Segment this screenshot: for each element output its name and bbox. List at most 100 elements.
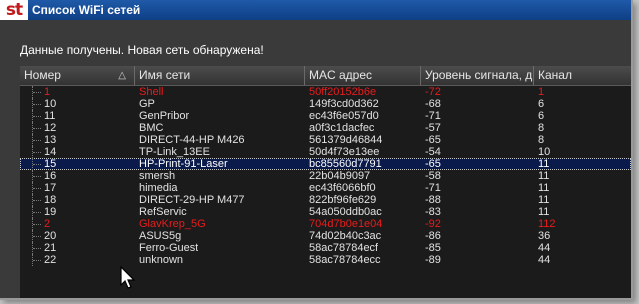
- tree-connector: [32, 134, 43, 146]
- cell-num: 13: [44, 134, 57, 146]
- cell-name: Ferro-Guest: [139, 242, 199, 254]
- cell-num: 1: [44, 86, 51, 98]
- cell-name: ASUS5g: [139, 230, 182, 242]
- networks-table[interactable]: Номер △ Имя сети MAC адрес Уровень сигна…: [20, 66, 631, 298]
- tree-connector: [32, 110, 43, 122]
- cell-num: 10: [44, 98, 57, 110]
- sort-ascending-icon: △: [118, 70, 126, 81]
- table-row[interactable]: 19 RefServic 54a050ddb0ac -83 11: [20, 206, 631, 218]
- column-header-signal[interactable]: Уровень сигнала, дБ: [421, 66, 534, 85]
- title-bar[interactable]: st Список WiFi сетей: [0, 0, 631, 20]
- tree-connector: [32, 254, 43, 266]
- column-header-channel[interactable]: Канал: [534, 66, 631, 85]
- cell-mac: 822bf96fe629: [309, 194, 377, 206]
- cell-mac: 58ac78784ecc: [309, 254, 381, 266]
- cell-channel: 10: [538, 146, 551, 158]
- table-row[interactable]: 20 ASUS5g 74d02b40c3ac -86 36: [20, 230, 631, 242]
- cell-signal: -65: [425, 158, 441, 170]
- table-header: Номер △ Имя сети MAC адрес Уровень сигна…: [20, 66, 631, 86]
- cell-num: 16: [44, 170, 57, 182]
- tree-connector: [32, 146, 43, 158]
- tree-connector: [32, 218, 43, 230]
- tree-connector: [32, 158, 43, 170]
- cell-name: smersh: [139, 170, 176, 182]
- table-row[interactable]: 10 GP 149f3cd0d362 -68 6: [20, 98, 631, 110]
- cell-channel: 44: [538, 242, 551, 254]
- cell-num: 22: [44, 254, 57, 266]
- cell-mac: 54a050ddb0ac: [309, 206, 382, 218]
- tree-connector: [32, 194, 43, 206]
- cell-num: 17: [44, 182, 57, 194]
- cell-num: 21: [44, 242, 57, 254]
- table-row[interactable]: 11 GenPribor ec43f6e057d0 -71 6: [20, 110, 631, 122]
- cell-signal: -72: [425, 86, 441, 98]
- cell-name: GP: [139, 98, 155, 110]
- tree-connector: [32, 170, 43, 182]
- window-title: Список WiFi сетей: [32, 3, 141, 17]
- tree-connector: [32, 206, 43, 218]
- cell-name: HP-Print-91-Laser: [139, 158, 228, 170]
- cell-mac: 704d7b0e1e04: [309, 218, 383, 230]
- cell-num: 11: [44, 110, 56, 122]
- cell-num: 15: [44, 158, 57, 170]
- cell-signal: -71: [425, 110, 441, 122]
- mouse-pointer-icon: [120, 266, 136, 289]
- cell-channel: 36: [538, 230, 551, 242]
- cell-name: GenPribor: [139, 110, 190, 122]
- table-row[interactable]: 15 HP-Print-91-Laser bc85560d7791 -65 11: [20, 158, 631, 170]
- cell-name: DIRECT-44-HP M426: [139, 134, 245, 146]
- tree-connector: [32, 182, 43, 194]
- cell-channel: 8: [538, 134, 545, 146]
- cell-channel: 11: [538, 194, 550, 206]
- column-header-name[interactable]: Имя сети: [135, 66, 305, 85]
- cell-channel: 11: [538, 206, 550, 218]
- cell-num: 20: [44, 230, 57, 242]
- cell-signal: -88: [425, 194, 441, 206]
- cell-signal: -92: [425, 218, 441, 230]
- cell-signal: -58: [425, 170, 441, 182]
- cell-num: 12: [44, 122, 57, 134]
- cell-num: 2: [44, 218, 51, 230]
- cell-channel: 8: [538, 122, 545, 134]
- cell-name: unknown: [139, 254, 184, 266]
- app-logo-text: st: [5, 0, 23, 20]
- app-logo: st: [0, 0, 28, 20]
- table-row[interactable]: 14 TP-Link_13EE 50d4f73e13ee -54 10: [20, 146, 631, 158]
- cell-signal: -54: [425, 146, 441, 158]
- cell-mac: 50ff20152b6e: [309, 86, 377, 98]
- wifi-list-window: st Список WiFi сетей Данные получены. Но…: [0, 0, 633, 300]
- cell-name: Shell: [139, 86, 164, 98]
- table-row[interactable]: 17 himedia ec43f6066bf0 -71 11: [20, 182, 631, 194]
- tree-connector: [32, 98, 43, 110]
- cell-mac: a0f3c1dacfec: [309, 122, 375, 134]
- table-row[interactable]: 22 unknown 58ac78784ecc -89 44: [20, 254, 631, 266]
- table-row[interactable]: 21 Ferro-Guest 58ac78784ecf -85 44: [20, 242, 631, 254]
- table-row[interactable]: 18 DIRECT-29-HP M477 822bf96fe629 -88 11: [20, 194, 631, 206]
- table-row[interactable]: 2 GlavKrep_5G 704d7b0e1e04 -92 112: [20, 218, 631, 230]
- cell-channel: 11: [538, 170, 550, 182]
- cell-name: RefServic: [139, 206, 187, 218]
- cell-name: TP-Link_13EE: [139, 146, 210, 158]
- status-message: Данные получены. Новая сеть обнаружена!: [20, 43, 264, 57]
- cell-channel: 44: [538, 254, 551, 266]
- cell-mac: 50d4f73e13ee: [309, 146, 380, 158]
- column-header-number[interactable]: Номер △: [20, 66, 135, 85]
- tree-connector: [32, 86, 43, 98]
- cell-name: BMC: [139, 122, 164, 134]
- cell-signal: -86: [425, 230, 441, 242]
- table-row[interactable]: 16 smersh 22b04b9097 -58 11: [20, 170, 631, 182]
- table-row[interactable]: 12 BMC a0f3c1dacfec -57 8: [20, 122, 631, 134]
- tree-connector: [32, 122, 43, 134]
- cell-signal: -65: [425, 134, 441, 146]
- column-header-mac[interactable]: MAC адрес: [305, 66, 421, 85]
- table-row[interactable]: 1 Shell 50ff20152b6e -72 1: [20, 86, 631, 98]
- tree-connector: [32, 230, 43, 242]
- tree-connector: [32, 242, 43, 254]
- cell-mac: 22b04b9097: [309, 170, 371, 182]
- cell-signal: -68: [425, 98, 441, 110]
- cell-mac: 561379d46844: [309, 134, 383, 146]
- table-row[interactable]: 13 DIRECT-44-HP M426 561379d46844 -65 8: [20, 134, 631, 146]
- cell-channel: 6: [538, 98, 545, 110]
- cell-channel: 112: [538, 218, 556, 230]
- cell-signal: -85: [425, 242, 441, 254]
